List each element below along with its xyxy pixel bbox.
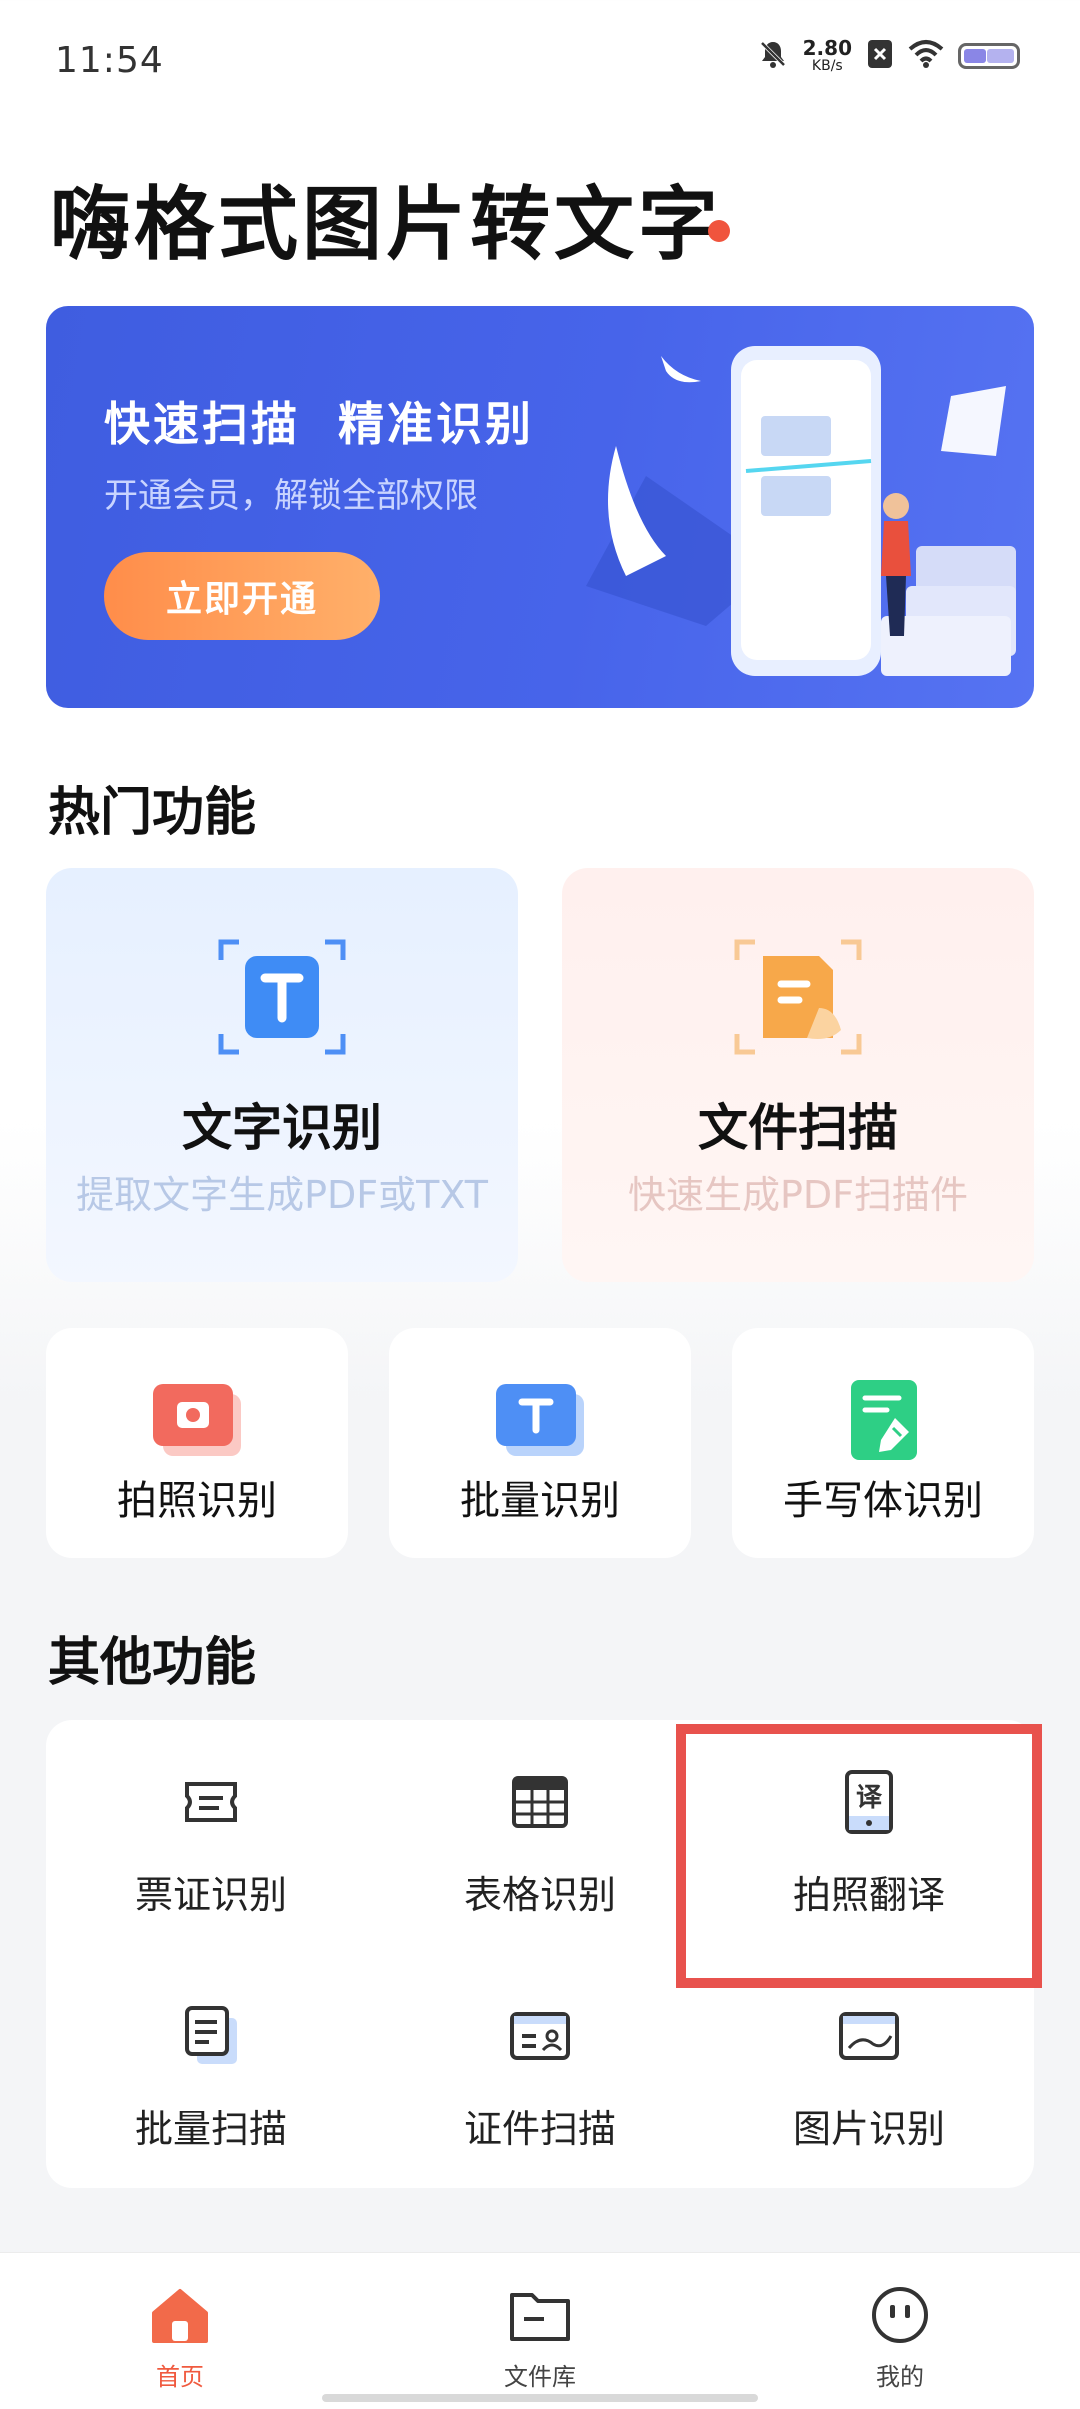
status-time: 11:54: [55, 40, 164, 81]
id-scan-label: 证件扫描: [463, 2107, 616, 2151]
handwriting-recognition-label: 手写体识别: [783, 1478, 983, 1524]
handwriting-icon: [851, 1380, 917, 1460]
handwriting-recognition-card[interactable]: 手写体识别: [732, 1328, 1034, 1558]
banner-subtitle: 开通会员，解锁全部权限: [104, 476, 478, 516]
text-recognition-subtitle: 提取文字生成PDF或TXT: [76, 1173, 488, 1217]
batch-scan-label: 批量扫描: [134, 2107, 287, 2151]
network-speed: 2.80 KB/s: [802, 36, 852, 74]
sim-off-icon: [866, 38, 894, 74]
nav-files[interactable]: 文件库: [440, 2253, 640, 2409]
image-recognition-item[interactable]: 图片识别: [704, 1954, 1034, 2184]
ticket-icon: [185, 1782, 237, 1822]
id-card-icon: [510, 2012, 570, 2060]
nav-profile-label: 我的: [876, 2363, 924, 2391]
app-title: 嗨格式图片转文字: [50, 178, 722, 271]
nav-profile[interactable]: 我的: [800, 2253, 1000, 2409]
file-scan-icon: [734, 939, 862, 1055]
title-dot: [708, 220, 730, 242]
promo-banner[interactable]: 快速扫描 精准识别 开通会员，解锁全部权限 立即开通: [46, 306, 1034, 708]
text-recognition-card[interactable]: 文字识别 提取文字生成PDF或TXT: [46, 868, 518, 1282]
table-recognition-label: 表格识别: [463, 1873, 616, 1917]
selection-highlight: [676, 1724, 1042, 1988]
ticket-recognition-item[interactable]: 票证识别: [46, 1720, 376, 1950]
batch-doc-icon: [185, 2006, 237, 2064]
table-icon: [512, 1776, 568, 1828]
batch-recognition-card[interactable]: 批量识别: [389, 1328, 691, 1558]
banner-illustration: [586, 346, 1016, 676]
image-icon: [839, 2012, 899, 2060]
banner-title: 快速扫描 精准识别: [104, 397, 535, 451]
activate-button[interactable]: 立即开通: [104, 552, 380, 640]
bottom-nav: 首页 文件库 我的: [0, 2252, 1080, 2409]
photo-recognition-card[interactable]: 拍照识别: [46, 1328, 348, 1558]
mute-bell-icon: [757, 38, 789, 74]
photo-recognition-label: 拍照识别: [117, 1478, 277, 1524]
image-recognition-label: 图片识别: [792, 2107, 945, 2151]
file-scan-card[interactable]: 文件扫描 快速生成PDF扫描件: [562, 868, 1034, 1282]
battery-icon: [958, 43, 1020, 69]
id-scan-item[interactable]: 证件扫描: [375, 1954, 705, 2184]
nav-files-label: 文件库: [504, 2363, 576, 2391]
file-scan-subtitle: 快速生成PDF扫描件: [627, 1173, 969, 1217]
ticket-recognition-label: 票证识别: [134, 1873, 287, 1917]
batch-scan-item[interactable]: 批量扫描: [46, 1954, 376, 2184]
batch-text-icon: [496, 1384, 584, 1456]
home-indicator: [322, 2394, 758, 2402]
nav-home-label: 首页: [156, 2363, 204, 2391]
camera-icon: [153, 1384, 241, 1456]
folder-icon: [510, 2293, 570, 2341]
wifi-icon: [908, 39, 944, 73]
home-icon: [152, 2289, 208, 2343]
other-section-title: 其他功能: [48, 1633, 257, 1693]
text-scan-icon: [218, 939, 346, 1055]
file-scan-title: 文件扫描: [698, 1099, 898, 1157]
table-recognition-item[interactable]: 表格识别: [375, 1720, 705, 1950]
hot-section-title: 热门功能: [48, 783, 257, 843]
status-icons: 2.80 KB/s: [757, 38, 1020, 74]
nav-home[interactable]: 首页: [80, 2253, 280, 2409]
profile-icon: [872, 2287, 928, 2343]
text-recognition-title: 文字识别: [182, 1099, 382, 1157]
batch-recognition-label: 批量识别: [460, 1478, 620, 1524]
